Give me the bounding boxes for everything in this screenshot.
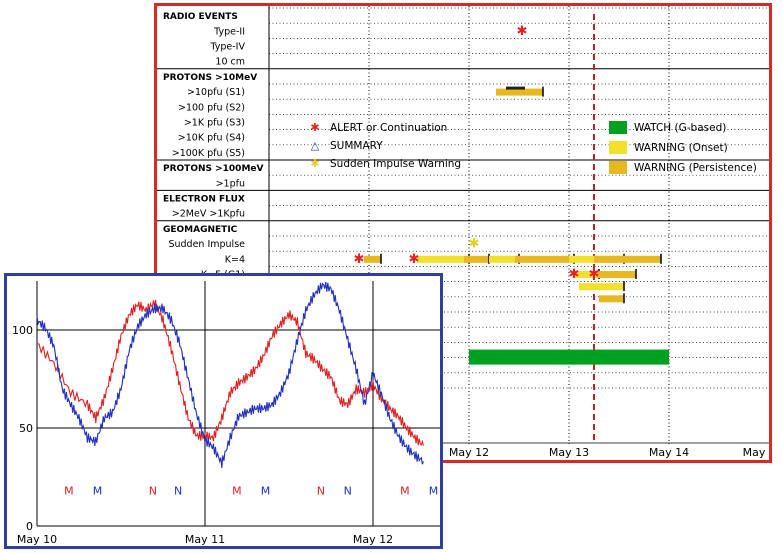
alert-marker: ✱ <box>409 252 420 267</box>
row-label: >100 pfu (S2) <box>178 102 245 113</box>
row-label: Sudden Impulse <box>168 239 245 250</box>
phase-marker: N <box>344 485 352 498</box>
legend-symbol: △ <box>311 139 320 152</box>
x-tick-label: May 13 <box>549 446 589 459</box>
series-line <box>36 299 424 446</box>
row-label: ELECTRON FLUX <box>163 195 245 205</box>
phase-marker: M <box>429 485 439 498</box>
x-tick-label: May <box>743 446 766 459</box>
legend-label: SUMMARY <box>330 140 383 152</box>
phase-marker: N <box>149 485 157 498</box>
phase-marker: M <box>64 485 74 498</box>
y-tick-label: 100 <box>12 324 33 337</box>
row-label: >2MeV >1Kpfu <box>172 209 245 220</box>
alert-marker: ✱ <box>354 252 365 267</box>
legend-swatch <box>609 161 627 174</box>
y-tick-label: 0 <box>26 520 33 533</box>
row-label: >1K pfu (S3) <box>184 118 245 129</box>
x-tick-label: May 12 <box>449 446 489 459</box>
row-label: >1pfu <box>216 178 245 189</box>
legend-swatch <box>609 121 627 134</box>
alert-marker: ✱ <box>517 24 528 39</box>
watch-bar <box>469 349 669 365</box>
warning-bar <box>496 88 543 96</box>
x-tick-label: May 12 <box>353 533 393 546</box>
legend-label: ALERT or Continuation <box>330 122 447 134</box>
flux-line-chart: 0 50 100 May 10 May 11 May 12 M M N N M M N N M M <box>12 281 440 546</box>
row-label: 10 cm <box>215 57 245 68</box>
row-label: Type-IV <box>209 42 245 53</box>
sudden-impulse-marker: ✱ <box>469 237 480 252</box>
legend-label: WATCH (G-based) <box>634 122 726 134</box>
row-label: K=4 <box>225 254 245 265</box>
warning-bar <box>417 255 469 263</box>
flux-line-chart-panel: 0 50 100 May 10 May 11 May 12 M M N N M M N N M M <box>4 273 443 549</box>
warning-bar <box>464 255 489 263</box>
x-tick-label: May 14 <box>649 446 689 459</box>
row-label: GEOMAGNETIC <box>163 225 238 235</box>
legend-symbol: ✱ <box>310 121 319 134</box>
alert-marker: ✱ <box>569 267 580 282</box>
row-label: RADIO EVENTS <box>163 12 238 22</box>
warning-bar <box>597 271 636 278</box>
phase-marker: N <box>317 485 325 498</box>
warning-bar <box>506 86 525 90</box>
warning-bar <box>599 295 624 303</box>
y-tick-label: 50 <box>19 422 33 435</box>
row-label: >10pfu (S1) <box>187 87 245 98</box>
legend-label: Sudden Impulse Warning <box>330 158 461 170</box>
warning-bar <box>594 255 661 263</box>
row-label: >10K pfu (S4) <box>178 133 245 144</box>
series-line <box>36 282 424 469</box>
phase-marker: M <box>232 485 242 498</box>
warning-bar <box>489 255 519 263</box>
legend-symbol: ✱ <box>310 157 319 170</box>
x-tick-label: May 10 <box>17 533 57 546</box>
row-label: PROTONS >10MeV <box>163 73 257 83</box>
legend-label: WARNING (Persistence) <box>634 162 757 174</box>
x-tick-label: May 11 <box>185 533 225 546</box>
phase-marker: M <box>93 485 103 498</box>
row-label: PROTONS >100MeV <box>163 164 264 174</box>
row-label: Type-II <box>213 26 245 37</box>
legend-swatch <box>609 141 627 154</box>
warning-bar <box>579 283 624 291</box>
phase-marker: N <box>174 485 182 498</box>
legend-label: WARNING (Onset) <box>634 142 728 154</box>
warning-bar <box>515 255 574 263</box>
phase-marker: M <box>261 485 271 498</box>
warning-bar <box>364 255 381 263</box>
alert-marker: ✱ <box>589 267 600 282</box>
phase-marker: M <box>400 485 410 498</box>
row-label: >100K pfu (S5) <box>172 148 245 159</box>
